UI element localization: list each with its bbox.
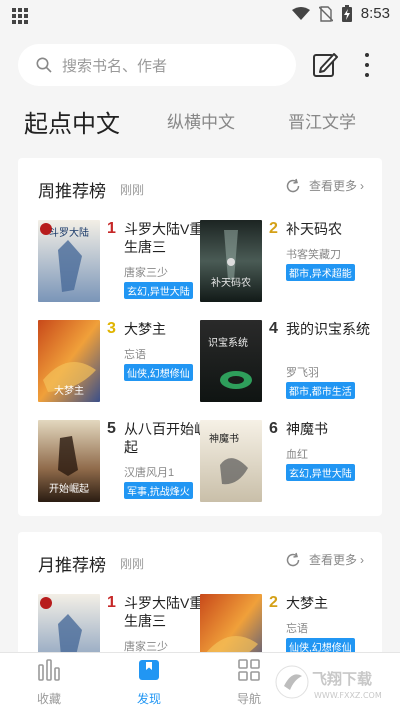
card-title: 月推荐榜 [38,556,106,575]
cover-title: 大梦主 [54,384,84,397]
battery-charging-icon [341,5,352,22]
bookmark-icon [139,660,159,680]
cover-title: 开始崛起 [49,482,89,495]
book-rank: 1 [107,594,116,611]
book-tag: 玄幻,异世大陆 [286,464,355,481]
tab-zongheng[interactable]: 纵横中文 [167,108,235,133]
book-item[interactable]: 开始崛起 5 从八百开始崛起 汉唐风月1 军事,抗战烽火 [38,420,208,504]
book-tag: 仙侠,幻想修仙 [124,364,193,381]
book-author: 罗飞羽 [286,367,319,379]
cover-title: 识宝系统 [208,336,248,349]
cover-title: 神魔书 [209,432,239,445]
book-rank: 1 [107,220,116,237]
book-tag: 都市,都市生活 [286,382,355,399]
search-placeholder: 搜索书名、作者 [62,57,168,75]
nav-collection[interactable]: 收藏 [19,659,79,707]
book-name: 大梦主 [286,595,328,611]
book-cover: 大梦主 [38,320,100,402]
book-name: 斗罗大陆V重生唐三 [124,595,204,629]
watermark-text: 飞翔下载 [312,670,372,688]
book-author: 书客笑藏刀 [286,249,341,261]
book-name: 从八百开始崛起 [124,421,208,455]
nav-discover[interactable]: 发现 [119,659,179,707]
book-cover: 识宝系统 [200,320,262,402]
grid-icon [238,659,260,681]
book-name: 我的识宝系统 [286,321,370,337]
search-icon [36,57,52,73]
book-cover: 补天码农 [200,220,262,302]
book-item[interactable]: 大梦主 3 大梦主 忘语 仙侠,幻想修仙 [38,320,208,404]
card-update-time: 刚刚 [120,557,145,571]
nav-navigation[interactable]: 导航 [219,659,279,707]
book-rank: 3 [107,320,116,337]
no-sim-icon [318,5,333,22]
book-rank: 5 [107,420,116,437]
refresh-icon [286,178,300,192]
tab-qidian[interactable]: 起点中文 [24,104,120,139]
weekly-recommend-card: 周推荐榜 刚刚 查看更多 › 斗罗大陆 1 斗罗大陆V重生唐三 唐家三少 玄幻,… [18,158,382,516]
book-author: 汉唐风月1 [124,467,175,479]
nav-label: 发现 [136,692,161,706]
app-grid-icon [12,8,28,24]
book-rank: 2 [269,594,278,611]
see-more-button[interactable]: 查看更多 › [285,551,364,568]
see-more-label: 查看更多 [308,179,357,193]
book-item[interactable]: 识宝系统 4 我的识宝系统 罗飞羽 都市,都市生活 [200,320,370,404]
watermark-url: WWW.FXXZ.COM [314,691,382,700]
card-update-time: 刚刚 [120,183,145,197]
bar-chart-icon [38,659,60,681]
see-more-button[interactable]: 查看更多 › [285,177,364,194]
book-item[interactable]: 神魔书 6 神魔书 血红 玄幻,异世大陆 [200,420,370,504]
book-author: 忘语 [286,623,308,635]
refresh-icon [286,552,300,566]
book-author: 唐家三少 [124,267,168,279]
see-more-label: 查看更多 [308,553,357,567]
book-rank: 2 [269,220,278,237]
edit-icon[interactable] [312,51,338,79]
status-time: 8:53 [360,5,390,22]
status-bar: 8:53 [0,0,400,30]
book-tag: 都市,异术超能 [286,264,355,281]
tab-jinjiang[interactable]: 晋江文学 [288,108,356,133]
book-author: 血红 [286,449,308,461]
search-bar[interactable]: 搜索书名、作者 [18,44,296,86]
chevron-right-icon: › [360,552,364,567]
book-rank: 4 [269,320,278,337]
watermark-logo: 飞翔下载 WWW.FXXZ.COM [275,665,382,700]
nav-label: 导航 [236,692,261,706]
book-tag: 玄幻,异世大陆 [124,282,193,299]
more-options-icon[interactable] [358,50,376,80]
book-rank: 6 [269,420,278,437]
book-tag: 军事,抗战烽火 [124,482,193,499]
book-cover: 斗罗大陆 [38,220,100,302]
book-name: 神魔书 [286,421,328,437]
book-item[interactable]: 补天码农 2 补天码农 书客笑藏刀 都市,异术超能 [200,220,370,304]
book-cover: 开始崛起 [38,420,100,502]
nav-label: 收藏 [36,692,61,706]
cover-title: 补天码农 [211,276,251,289]
book-cover: 神魔书 [200,420,262,502]
book-item[interactable]: 斗罗大陆 1 斗罗大陆V重生唐三 唐家三少 玄幻,异世大陆 [38,220,208,304]
monthly-recommend-card: 月推荐榜 刚刚 查看更多 › 1 斗罗大陆V重生唐三 唐家三少 2 大梦主 忘语… [18,532,382,676]
chevron-right-icon: › [360,178,364,193]
book-author: 忘语 [124,349,146,361]
book-name: 补天码农 [286,221,342,237]
book-name: 大梦主 [124,321,166,337]
card-title: 周推荐榜 [38,182,106,201]
source-tabs: 起点中文 纵横中文 晋江文学 [0,100,400,146]
wifi-icon [291,6,310,20]
cover-title: 斗罗大陆 [49,226,89,239]
book-name: 斗罗大陆V重生唐三 [124,221,204,255]
